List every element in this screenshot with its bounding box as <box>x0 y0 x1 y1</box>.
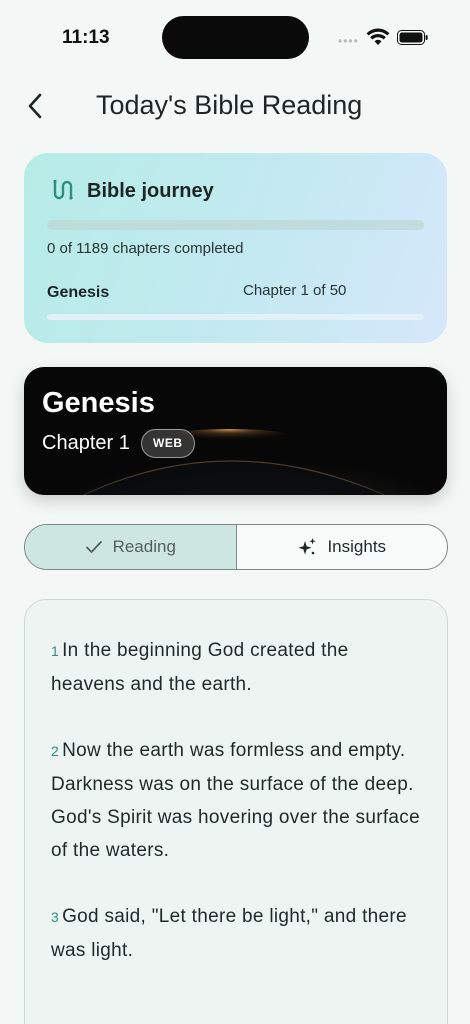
hero-chapter-label: Chapter 1 <box>42 432 130 454</box>
reading-insights-toggle: Reading Insights <box>24 524 448 570</box>
verse-text: Now the earth was formless and empty. Da… <box>51 740 420 861</box>
verse-number: 1 <box>51 643 60 659</box>
signal-icon: •••• <box>338 34 359 48</box>
chapter-hero-card: Genesis Chapter 1 WEB <box>24 367 447 495</box>
wifi-icon <box>366 28 390 45</box>
tab-insights[interactable]: Insights <box>236 525 447 569</box>
current-chapter-text: Chapter 1 of 50 <box>243 282 347 299</box>
translation-badge[interactable]: WEB <box>141 429 195 458</box>
tab-insights-label: Insights <box>327 537 387 556</box>
hero-book-title: Genesis <box>42 387 155 419</box>
status-time: 11:13 <box>62 27 110 48</box>
back-button[interactable] <box>20 88 50 124</box>
route-icon <box>53 179 73 200</box>
scripture-reading-panel[interactable]: 1 In the beginning God created the heaven… <box>24 599 448 1024</box>
verse: 3 God said, "Let there be light," and the… <box>51 900 425 967</box>
verse-number: 3 <box>51 909 60 925</box>
dynamic-island <box>162 16 309 59</box>
battery-icon <box>397 30 428 45</box>
status-bar: 11:13 •••• <box>0 0 470 70</box>
verse: 1 In the beginning God created the heaven… <box>51 634 425 701</box>
overall-progress-bar <box>47 220 424 230</box>
bible-journey-card[interactable]: Bible journey 0 of 1189 chapters complet… <box>24 153 447 343</box>
verse-text: In the beginning God created the heavens… <box>51 640 349 695</box>
current-book-name: Genesis <box>47 284 110 301</box>
verse: 2 Now the earth was formless and empty. D… <box>51 734 425 867</box>
check-icon <box>85 541 102 553</box>
verse-number: 2 <box>51 743 60 759</box>
page-title: Today's Bible Reading <box>96 90 363 120</box>
sparkle-icon <box>298 538 317 555</box>
book-progress-bar <box>47 314 424 320</box>
tab-reading[interactable]: Reading <box>25 525 237 569</box>
chevron-left-icon <box>28 93 42 119</box>
verse-text: God said, "Let there be light," and ther… <box>51 906 407 961</box>
chapters-completed-text: 0 of 1189 chapters completed <box>47 240 244 257</box>
tab-reading-label: Reading <box>112 537 176 556</box>
journey-title: Bible journey <box>87 180 214 202</box>
